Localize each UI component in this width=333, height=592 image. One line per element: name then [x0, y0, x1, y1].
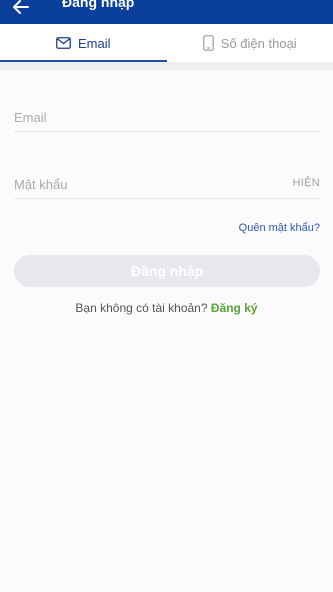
top-app-bar: Đăng nhập: [0, 0, 333, 24]
forgot-password-link[interactable]: Quên mật khẩu?: [239, 222, 320, 234]
tab-email[interactable]: Email: [0, 24, 167, 62]
login-method-tabs: Email Số điện thoại: [0, 24, 333, 62]
password-field-container: HIỆN: [14, 171, 320, 199]
login-button[interactable]: Đăng nhập: [14, 255, 320, 287]
tab-phone-label: Số điện thoại: [220, 35, 297, 51]
envelope-icon: [56, 37, 71, 49]
password-field[interactable]: [14, 171, 320, 197]
signup-row: Bạn không có tài khoản? Đăng ký: [0, 301, 333, 315]
back-button[interactable]: [10, 0, 32, 18]
email-field[interactable]: [14, 104, 320, 130]
email-field-container: [14, 104, 320, 132]
signup-prompt: Bạn không có tài khoản?: [75, 301, 208, 315]
arrow-left-icon: [13, 0, 29, 14]
tab-phone[interactable]: Số điện thoại: [167, 24, 333, 62]
tab-email-label: Email: [77, 35, 111, 51]
page-title: Đăng nhập: [62, 0, 135, 10]
signup-link[interactable]: Đăng ký: [211, 301, 258, 315]
section-divider: [0, 62, 333, 70]
show-password-toggle[interactable]: HIỆN: [293, 177, 320, 189]
phone-icon: [202, 35, 214, 51]
